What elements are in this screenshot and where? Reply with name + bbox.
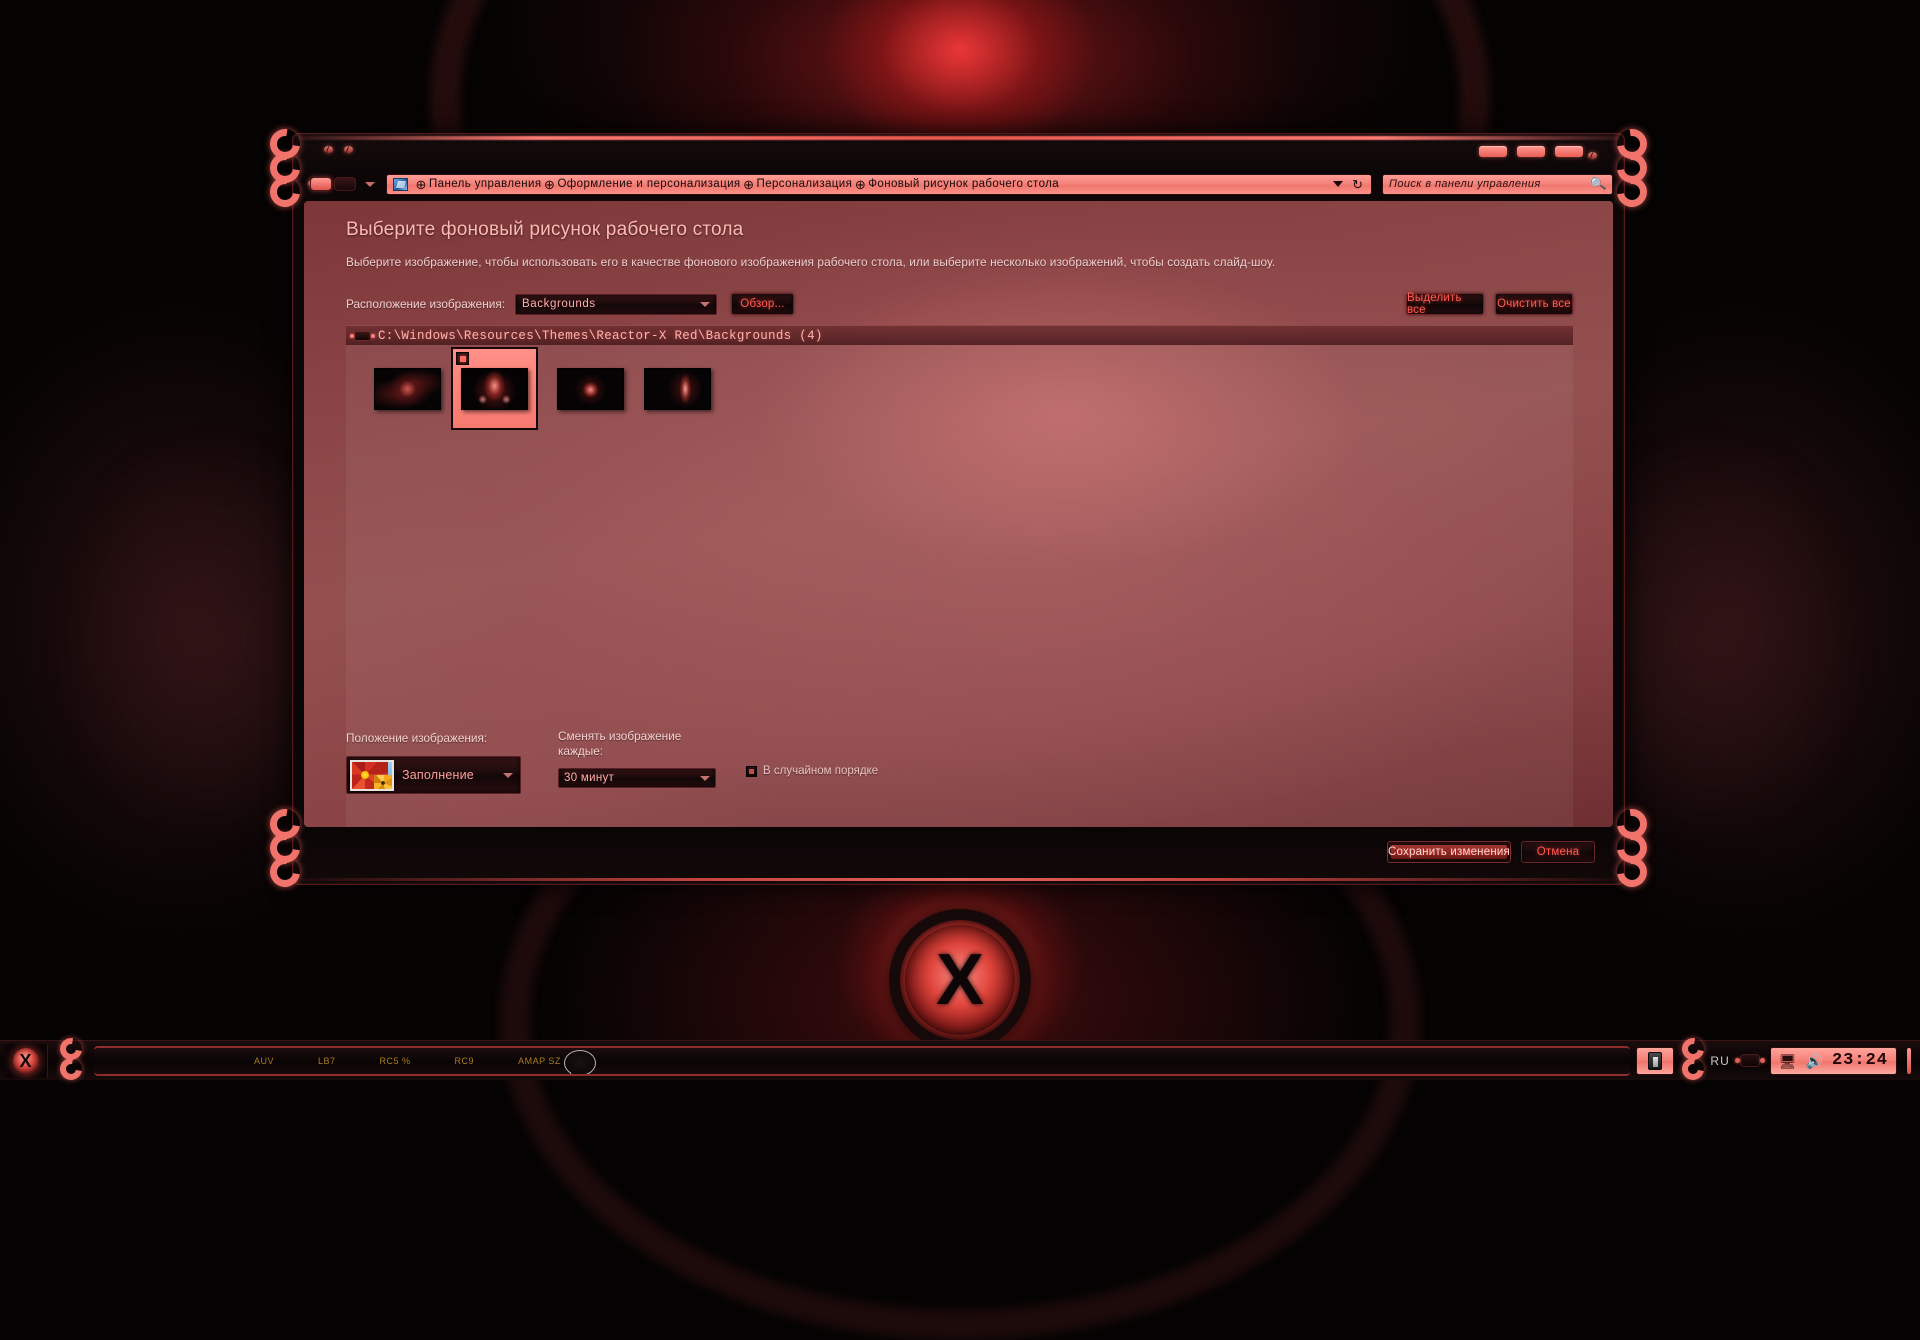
folder-icon <box>354 331 371 341</box>
image-position-select[interactable]: Заполнение <box>346 756 521 794</box>
taskbar-bubble-icon <box>564 1050 596 1076</box>
thumbnail-image-2 <box>461 368 528 410</box>
content-pane: Выберите фоновый рисунок рабочего стола … <box>304 201 1613 827</box>
clock[interactable]: 23:24 <box>1832 1051 1888 1070</box>
image-location-row: Расположение изображения: Backgrounds Об… <box>346 293 1573 315</box>
change-frequency-label-line1: Сменять изображение <box>558 729 738 744</box>
chevron-down-icon <box>503 773 513 778</box>
start-button[interactable]: X <box>4 1044 48 1078</box>
wallpaper-x-emblem: X <box>905 925 1015 1035</box>
taskbar-gadget-3[interactable]: RC5 % <box>380 1056 411 1066</box>
maximize-button[interactable] <box>1517 146 1545 157</box>
thumbnail-item-3[interactable] <box>547 347 634 430</box>
taskbar-gadget-5[interactable]: AMAP SZ <box>518 1056 561 1066</box>
breadcrumb-dropdown-icon[interactable] <box>1333 181 1343 187</box>
change-frequency-label-line2: каждые: <box>558 744 738 759</box>
taskbar-claw-decoration <box>58 1042 88 1080</box>
image-location-value: Backgrounds <box>522 298 700 310</box>
breadcrumb-item-personalization[interactable]: Персонализация <box>757 178 853 190</box>
window-task-icon <box>1648 1052 1662 1070</box>
volume-icon[interactable]: 🔊 <box>1806 1054 1823 1068</box>
shuffle-label: В случайном порядке <box>763 765 878 777</box>
search-input[interactable] <box>1389 178 1590 190</box>
window-controls <box>1479 146 1583 157</box>
page-subtitle: Выберите изображение, чтобы использовать… <box>346 255 1573 269</box>
image-position-label: Положение изображения: <box>346 731 487 745</box>
clock-tray-panel[interactable]: 🖥 🔊 23:24 <box>1770 1047 1897 1075</box>
cancel-button[interactable]: Отмена <box>1521 841 1595 863</box>
image-position-value: Заполнение <box>402 768 503 782</box>
breadcrumb-item-appearance[interactable]: Оформление и персонализация <box>557 178 740 190</box>
thumbnail-item-2[interactable] <box>451 347 538 430</box>
slideshow-controls: Положение изображения: Заполнение Сменят… <box>346 729 1573 793</box>
taskbar-gadget-1[interactable]: AUV <box>254 1056 274 1066</box>
chevron-down-icon <box>700 776 710 781</box>
shuffle-checkbox[interactable] <box>746 766 757 777</box>
save-changes-label: Сохранить изменения <box>1388 846 1510 858</box>
breadcrumb-tail: ↻ <box>1333 178 1367 191</box>
refresh-icon[interactable]: ↻ <box>1352 178 1363 191</box>
page-title: Выберите фоновый рисунок рабочего стола <box>346 219 1573 241</box>
shuffle-checkbox-row[interactable]: В случайном порядке <box>746 765 878 777</box>
breadcrumb-separator-icon <box>852 177 868 191</box>
change-frequency-select[interactable]: 30 минут <box>558 768 716 788</box>
chevron-down-icon <box>700 302 710 307</box>
image-position-preview <box>350 760 394 791</box>
start-x-icon: X <box>13 1048 39 1074</box>
taskbar-gadget-4[interactable]: RC9 <box>455 1056 475 1066</box>
clear-all-button[interactable]: Очистить все <box>1495 293 1573 315</box>
taskbar: X AUV LB7 RC5 % RC9 AMAP SZ RU 🖥 🔊 23:24 <box>0 1040 1920 1080</box>
window-titlebar <box>292 133 1625 171</box>
tray-expand-button[interactable] <box>1740 1054 1760 1067</box>
nav-arrow-group <box>310 177 356 191</box>
search-box[interactable]: 🔍 <box>1382 174 1613 195</box>
selection-actions: Выделить все Очистить все <box>1406 293 1573 315</box>
breadcrumb-separator-icon <box>541 177 557 191</box>
window-bottom-glow <box>302 878 1615 881</box>
thumbnail-image-4 <box>644 368 711 410</box>
image-position-group: Положение изображения: Заполнение <box>346 729 521 794</box>
taskbar-item-strip: AUV LB7 RC5 % RC9 AMAP SZ <box>94 1046 1630 1076</box>
breadcrumb-item-control-panel[interactable]: Панель управления <box>429 178 541 190</box>
image-location-select[interactable]: Backgrounds <box>515 294 717 315</box>
content-header: Выберите фоновый рисунок рабочего стола … <box>346 219 1573 269</box>
control-panel-window: Панель управления Оформление и персонали… <box>292 133 1625 885</box>
language-indicator[interactable]: RU <box>1710 1054 1729 1068</box>
folder-path-header: C:\Windows\Resources\Themes\Reactor-X Re… <box>346 325 1573 345</box>
search-icon[interactable]: 🔍 <box>1589 175 1607 193</box>
minimize-button[interactable] <box>1479 146 1507 157</box>
folder-path-text: C:\Windows\Resources\Themes\Reactor-X Re… <box>378 329 823 343</box>
taskbar-gadget-2[interactable]: LB7 <box>318 1056 336 1066</box>
thumbnail-image-3 <box>557 368 624 410</box>
image-location-label: Расположение изображения: <box>346 297 505 311</box>
browse-button[interactable]: Обзор... <box>731 293 794 315</box>
navigation-bar: Панель управления Оформление и персонали… <box>302 171 1613 197</box>
network-icon[interactable]: 🖥 <box>1779 1054 1797 1068</box>
recent-pages-dropdown-icon[interactable] <box>365 182 375 187</box>
wallpaper-x-glyph: X <box>936 944 984 1016</box>
control-panel-icon <box>393 178 408 191</box>
save-changes-button[interactable]: Сохранить изменения <box>1387 841 1511 863</box>
thumbnail-image-1 <box>374 368 441 410</box>
back-button[interactable] <box>310 177 332 191</box>
select-all-button[interactable]: Выделить все <box>1406 293 1484 315</box>
change-frequency-value: 30 минут <box>564 772 700 784</box>
forward-button[interactable] <box>334 177 356 191</box>
taskbar-claw-decoration-right <box>1680 1042 1710 1080</box>
breadcrumb-bar[interactable]: Панель управления Оформление и персонали… <box>386 174 1372 195</box>
thumbnail-item-4[interactable] <box>634 347 721 430</box>
tray-edge-decoration <box>1907 1048 1911 1074</box>
window-footer: Сохранить изменения Отмена <box>304 831 1613 875</box>
close-button[interactable] <box>1555 146 1583 157</box>
system-tray: RU 🖥 🔊 23:24 <box>1710 1047 1914 1075</box>
taskbar-window-button[interactable] <box>1636 1047 1674 1075</box>
breadcrumb-separator-icon <box>741 177 757 191</box>
thumbnail-item-1[interactable] <box>364 347 451 430</box>
thumbnail-checkbox-2[interactable] <box>456 352 469 365</box>
footer-button-group: Сохранить изменения Отмена <box>1387 841 1595 863</box>
breadcrumb-separator-icon <box>413 177 429 191</box>
breadcrumb-item-desktop-background[interactable]: Фоновый рисунок рабочего стола <box>868 178 1059 190</box>
change-frequency-group: Сменять изображение каждые: 30 минут <box>558 729 738 788</box>
